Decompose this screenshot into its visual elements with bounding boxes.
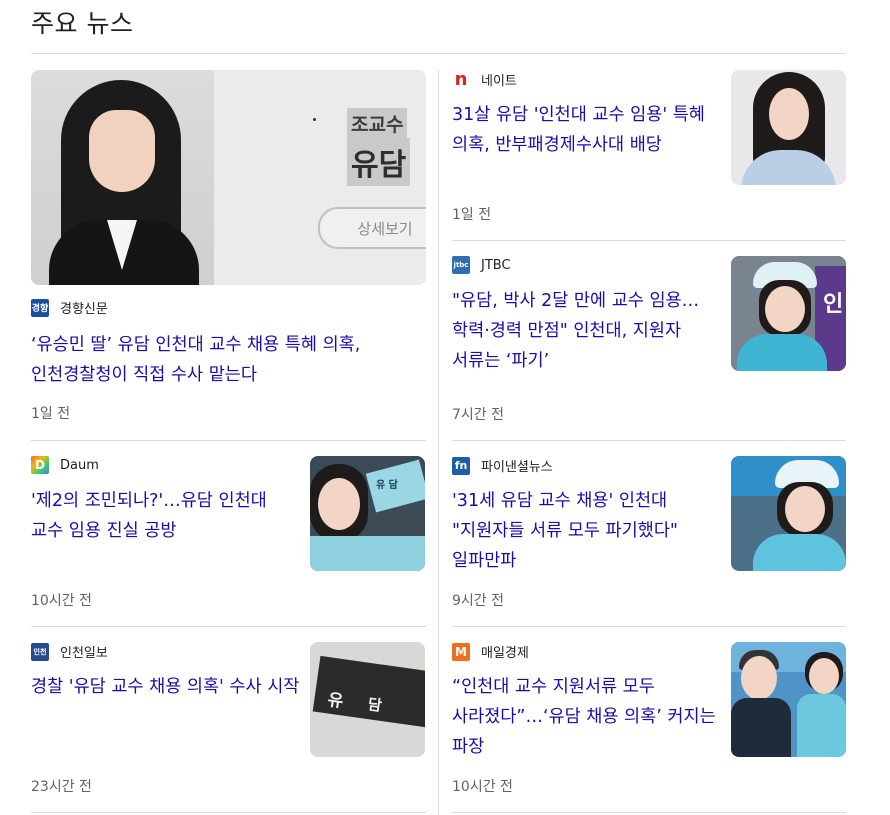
source-name: 매일경제 (481, 646, 529, 661)
sign-text: 유 (326, 689, 345, 712)
headline-link[interactable]: ‘유승민 딸’ 유담 인천대 교수 채용 특혜 의혹, 인천경찰청이 직접 수사… (31, 330, 426, 390)
source-maeil[interactable]: M 매일경제 (452, 642, 529, 661)
incheon-ilbo-logo-icon: 인천 (31, 642, 49, 661)
section-title: 주요 뉴스 (31, 9, 134, 38)
headline-link[interactable]: 31살 유담 '인천대 교수 임용' 특혜 의혹, 반부패경제수사대 배당 (452, 100, 717, 160)
thumbnail-image[interactable] (731, 642, 846, 757)
thumbnail-image[interactable]: 인 (731, 256, 846, 371)
source-name: Daum (60, 457, 99, 473)
sign-text: 유 담 (376, 480, 398, 491)
headline-link[interactable]: "유담, 박사 2달 만에 교수 임용…학력·경력 만점" 인천대, 지원자 서… (452, 286, 717, 376)
article-time: 1일 전 (31, 406, 71, 422)
source-name: 경향신문 (60, 302, 108, 317)
article-time: 7시간 전 (452, 407, 504, 423)
kyunghyang-logo-icon: 경향 (31, 298, 49, 317)
fnnews-logo-icon: fn (452, 456, 470, 475)
thumbnail-image[interactable]: 유 담 (310, 456, 425, 571)
highlight-large-text: 유담 (347, 138, 411, 186)
source-kyunghyang[interactable]: 경향 경향신문 (31, 298, 108, 317)
source-fnnews[interactable]: fn 파이낸셜뉴스 (452, 456, 553, 475)
source-nate[interactable]: n 네이트 (452, 70, 517, 89)
jtbc-logo-icon: jtbc (452, 256, 470, 274)
source-daum[interactable]: D Daum (31, 456, 99, 474)
featured-image[interactable]: 조교수 유담 상세보기 (31, 70, 426, 285)
headline-link[interactable]: 경찰 '유담 교수 채용 의혹' 수사 시작 (31, 672, 301, 702)
headline-link[interactable]: “인천대 교수 지원서류 모두 사라졌다”…‘유담 채용 의혹’ 커지는 파장 (452, 672, 717, 762)
sign-text: 담 (366, 695, 383, 715)
source-name: 인천일보 (60, 646, 108, 661)
article-time: 10시간 전 (452, 779, 513, 795)
column-divider (438, 70, 439, 815)
headline-link[interactable]: '제2의 조민되나?'…유담 인천대 교수 임용 진실 공방 (31, 486, 301, 546)
source-jtbc[interactable]: jtbc JTBC (452, 256, 511, 274)
thumbnail-image[interactable] (731, 70, 846, 185)
source-incheon-ilbo[interactable]: 인천 인천일보 (31, 642, 108, 661)
source-name: JTBC (481, 257, 511, 273)
article-time: 23시간 전 (31, 779, 92, 795)
thumbnail-image[interactable] (731, 456, 846, 571)
source-name: 파이낸셜뉴스 (481, 460, 553, 475)
article-time: 10시간 전 (31, 593, 92, 609)
nate-logo-icon: n (452, 70, 470, 89)
portrait-photo (31, 70, 214, 285)
article-time: 9시간 전 (452, 593, 504, 609)
sign-text: 인 (823, 292, 844, 317)
thumbnail-image[interactable]: 유 담 (310, 642, 425, 757)
source-name: 네이트 (481, 74, 517, 89)
daum-logo-icon: D (31, 456, 49, 474)
highlight-small-text: 조교수 (347, 108, 408, 139)
detail-button: 상세보기 (318, 207, 426, 249)
maeil-logo-icon: M (452, 642, 470, 661)
headline-link[interactable]: '31세 유담 교수 채용' 인천대 "지원자들 서류 모두 파기했다" 일파만… (452, 486, 717, 576)
article-time: 1일 전 (452, 207, 492, 223)
top-divider (31, 53, 846, 54)
